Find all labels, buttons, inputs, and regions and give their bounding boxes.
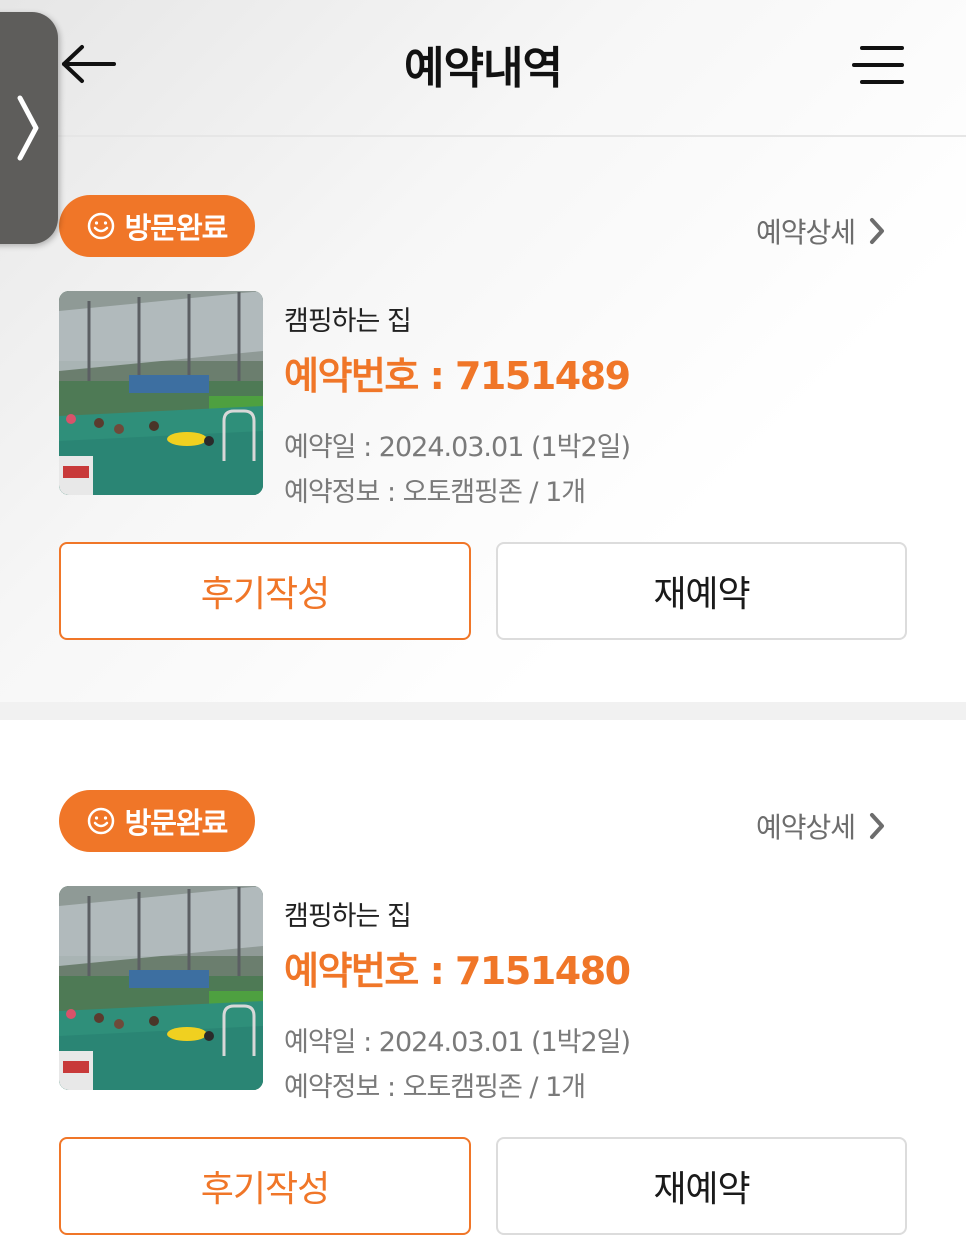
reservation-history-page: 예약내역 방문완료 예약상세 캠핑하는 집 예약번호: 7151489 예약일… — [0, 0, 966, 1245]
smile-icon — [87, 807, 114, 835]
chevron-right-icon — [870, 813, 885, 839]
chevron-right-icon — [17, 95, 39, 161]
campsite-thumbnail[interactable] — [59, 886, 263, 1090]
hamburger-menu-icon — [852, 46, 904, 84]
place-name: 캠핑하는 집 — [284, 901, 412, 932]
chevron-right-icon — [870, 218, 885, 244]
reservation-detail-link[interactable]: 예약상세 — [756, 806, 885, 846]
status-label: 방문완료 — [124, 806, 229, 840]
pool-photo — [59, 886, 263, 1090]
reservation-info: 예약정보 : 오토캠핑존 / 1개 — [284, 1072, 586, 1103]
rebook-button[interactable]: 재예약 — [496, 1137, 907, 1235]
reservation-number: 예약번호 : 7151480 — [284, 949, 631, 993]
side-drawer-handle[interactable] — [0, 12, 58, 244]
rebook-button[interactable]: 재예약 — [496, 542, 907, 640]
reservation-number: 예약번호 : 7151489 — [284, 354, 631, 398]
reservation-date: 예약일 : 2024.03.01 (1박2일) — [284, 432, 631, 463]
page-title: 예약내역 — [404, 43, 563, 94]
reservation-detail-link[interactable]: 예약상세 — [756, 211, 885, 251]
campsite-thumbnail[interactable] — [59, 291, 263, 495]
smile-icon — [87, 212, 114, 240]
detail-link-label: 예약상세 — [756, 811, 856, 844]
pool-photo — [59, 291, 263, 495]
write-review-button[interactable]: 후기작성 — [59, 542, 471, 640]
menu-button[interactable] — [846, 38, 910, 92]
status-badge: 방문완료 — [59, 790, 255, 852]
status-badge: 방문완료 — [59, 195, 255, 257]
status-label: 방문완료 — [124, 211, 229, 245]
place-name: 캠핑하는 집 — [284, 306, 412, 337]
reservation-info: 예약정보 : 오토캠핑존 / 1개 — [284, 477, 586, 508]
write-review-button[interactable]: 후기작성 — [59, 1137, 471, 1235]
top-app-bar: 예약내역 — [0, 0, 966, 137]
detail-link-label: 예약상세 — [756, 216, 856, 249]
section-divider — [0, 702, 966, 720]
reservation-date: 예약일 : 2024.03.01 (1박2일) — [284, 1027, 631, 1058]
